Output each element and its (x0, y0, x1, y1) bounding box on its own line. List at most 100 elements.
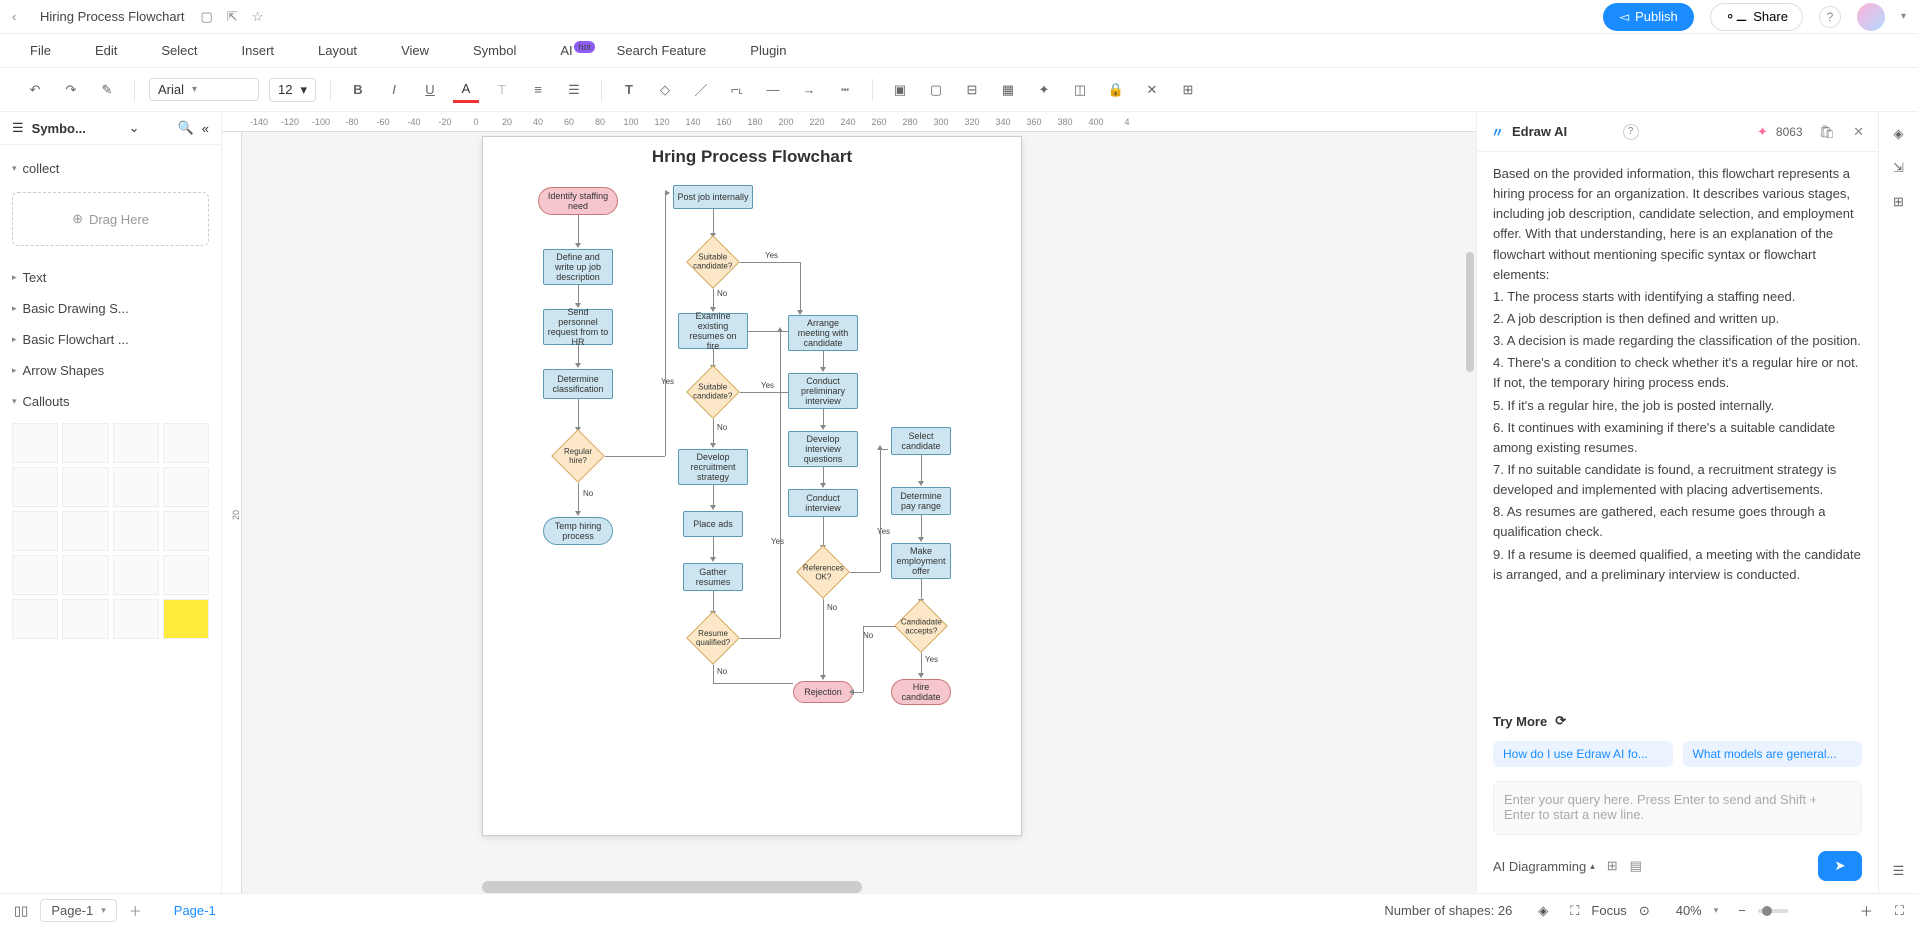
zoom-slider[interactable] (1758, 909, 1788, 913)
callout-thumb[interactable] (62, 555, 108, 595)
connector-icon[interactable]: ⌐˪ (724, 77, 750, 103)
zoom-in-icon[interactable]: ＋ (1860, 901, 1873, 920)
node-post-internal[interactable]: Post job internally (673, 185, 753, 209)
share-button[interactable]: ⚬⚊Share (1710, 3, 1803, 31)
horizontal-scrollbar[interactable] (482, 881, 862, 893)
more-icon[interactable]: ☰ (1893, 863, 1905, 879)
export-icon[interactable]: ⇲ (1893, 160, 1904, 176)
node-define-jd[interactable]: Define and write up job description (543, 249, 613, 285)
section-arrow-shapes[interactable]: ▸Arrow Shapes (12, 355, 209, 386)
underline-icon[interactable]: U (417, 77, 443, 103)
add-page-icon[interactable]: ＋ (129, 901, 142, 920)
node-interview-questions[interactable]: Develop interview questions (788, 431, 858, 467)
node-classification[interactable]: Determine classification (543, 369, 613, 399)
node-candidate-accepts[interactable]: Candiadate accepts? (894, 599, 948, 653)
section-collect[interactable]: ▾collect (12, 153, 209, 184)
grid-icon[interactable]: ⊞ (1893, 194, 1904, 210)
font-color-icon[interactable]: A (453, 77, 479, 103)
callout-thumb[interactable] (163, 599, 209, 639)
menu-search[interactable]: Search Feature (617, 43, 707, 58)
callout-thumb[interactable] (12, 467, 58, 507)
expand-icon[interactable]: ⌄ (129, 120, 140, 136)
save-icon[interactable]: ▢ (201, 9, 213, 25)
tools-icon[interactable]: ✕ (1139, 77, 1165, 103)
font-size-select[interactable]: 12▾ (269, 78, 316, 102)
callout-thumb[interactable] (12, 599, 58, 639)
callout-thumb[interactable] (113, 599, 159, 639)
callout-thumb[interactable] (113, 423, 159, 463)
play-icon[interactable]: ⊙ (1639, 903, 1650, 919)
callout-thumb[interactable] (113, 467, 159, 507)
node-pay-range[interactable]: Determine pay range (891, 487, 951, 515)
send-back-icon[interactable]: ▢ (923, 77, 949, 103)
transform-icon[interactable]: ◫ (1067, 77, 1093, 103)
open-icon[interactable]: ⇱ (227, 9, 238, 25)
suggestion-1[interactable]: How do I use Edraw AI fo... (1493, 741, 1673, 767)
collapse-icon[interactable]: « (202, 121, 209, 136)
callout-thumb[interactable] (12, 555, 58, 595)
node-recruitment-strategy[interactable]: Develop recruitment strategy (678, 449, 748, 485)
lock-icon[interactable]: 🔒 (1103, 77, 1129, 103)
page-select[interactable]: Page-1▾ (40, 899, 116, 922)
callout-thumb[interactable] (62, 599, 108, 639)
zoom-out-icon[interactable]: − (1738, 903, 1746, 918)
callout-thumb[interactable] (163, 555, 209, 595)
menu-plugin[interactable]: Plugin (750, 43, 786, 58)
line-color-icon[interactable]: ／ (688, 77, 714, 103)
ai-mode-select[interactable]: AI Diagramming▴ (1493, 859, 1595, 874)
node-place-ads[interactable]: Place ads (683, 511, 743, 537)
refresh-icon[interactable]: ⟳ (1555, 713, 1566, 729)
fill-icon[interactable]: ◇ (652, 77, 678, 103)
menu-select[interactable]: Select (161, 43, 197, 58)
text-tool-icon[interactable]: T (616, 77, 642, 103)
undo-icon[interactable]: ↶ (22, 77, 48, 103)
menu-ai[interactable]: AIhot (560, 43, 572, 58)
page-tab[interactable]: Page-1 (174, 903, 216, 918)
zoom-level[interactable]: 40% (1676, 903, 1702, 918)
callout-thumb[interactable] (163, 467, 209, 507)
send-button[interactable]: ➤ (1818, 851, 1862, 881)
callout-thumb[interactable] (12, 423, 58, 463)
avatar[interactable] (1857, 3, 1885, 31)
line-spacing-icon[interactable]: ☰ (561, 77, 587, 103)
close-icon[interactable]: ✕ (1853, 124, 1864, 140)
node-hire-candidate[interactable]: Hire candidate (891, 679, 951, 705)
group-icon[interactable]: ▦ (995, 77, 1021, 103)
diamond-icon[interactable]: ◈ (1894, 126, 1904, 142)
layers-icon[interactable]: ◈ (1538, 903, 1548, 919)
align-objects-icon[interactable]: ⊟ (959, 77, 985, 103)
callout-thumb[interactable] (12, 511, 58, 551)
drawing-page[interactable]: Hring Process Flowchart Identify staffin… (482, 136, 1022, 836)
callout-thumb[interactable] (163, 423, 209, 463)
ai-input[interactable]: Enter your query here. Press Enter to se… (1493, 781, 1862, 835)
node-select-candidate[interactable]: Select candidate (891, 427, 951, 455)
node-gather-resumes[interactable]: Gather resumes (683, 563, 743, 591)
dash-style-icon[interactable]: ┅ (832, 77, 858, 103)
library-icon[interactable]: ☰ (12, 120, 24, 136)
focus-icon[interactable]: ⛶ (1570, 903, 1579, 919)
drag-drop-zone[interactable]: ⊕Drag Here (12, 192, 209, 246)
node-conduct-interview[interactable]: Conduct interview (788, 489, 858, 517)
menu-edit[interactable]: Edit (95, 43, 117, 58)
fullscreen-icon[interactable]: ⛶ (1895, 903, 1904, 919)
align-icon[interactable]: ≡ (525, 77, 551, 103)
info-icon[interactable]: ? (1623, 124, 1639, 140)
layout-icon[interactable]: ⊞ (1175, 77, 1201, 103)
pages-icon[interactable]: ▯▯ (14, 903, 28, 919)
line-style-icon[interactable]: — (760, 77, 786, 103)
star-icon[interactable]: ☆ (252, 9, 264, 25)
section-text[interactable]: ▸Text (12, 262, 209, 293)
arrow-style-icon[interactable]: → (796, 77, 822, 103)
italic-icon[interactable]: I (381, 77, 407, 103)
attach-icon[interactable]: ⊞ (1607, 858, 1618, 874)
node-references-ok[interactable]: References OK? (796, 545, 850, 599)
search-icon[interactable]: 🔍 (178, 120, 194, 136)
help-icon[interactable]: ? (1819, 6, 1841, 28)
callout-thumb[interactable] (163, 511, 209, 551)
text-style-icon[interactable]: T (489, 77, 515, 103)
callout-thumb[interactable] (62, 423, 108, 463)
bold-icon[interactable]: B (345, 77, 371, 103)
node-identify-need[interactable]: Identify staffing need (538, 187, 618, 215)
canvas[interactable]: Hring Process Flowchart Identify staffin… (242, 132, 1476, 893)
menu-symbol[interactable]: Symbol (473, 43, 516, 58)
